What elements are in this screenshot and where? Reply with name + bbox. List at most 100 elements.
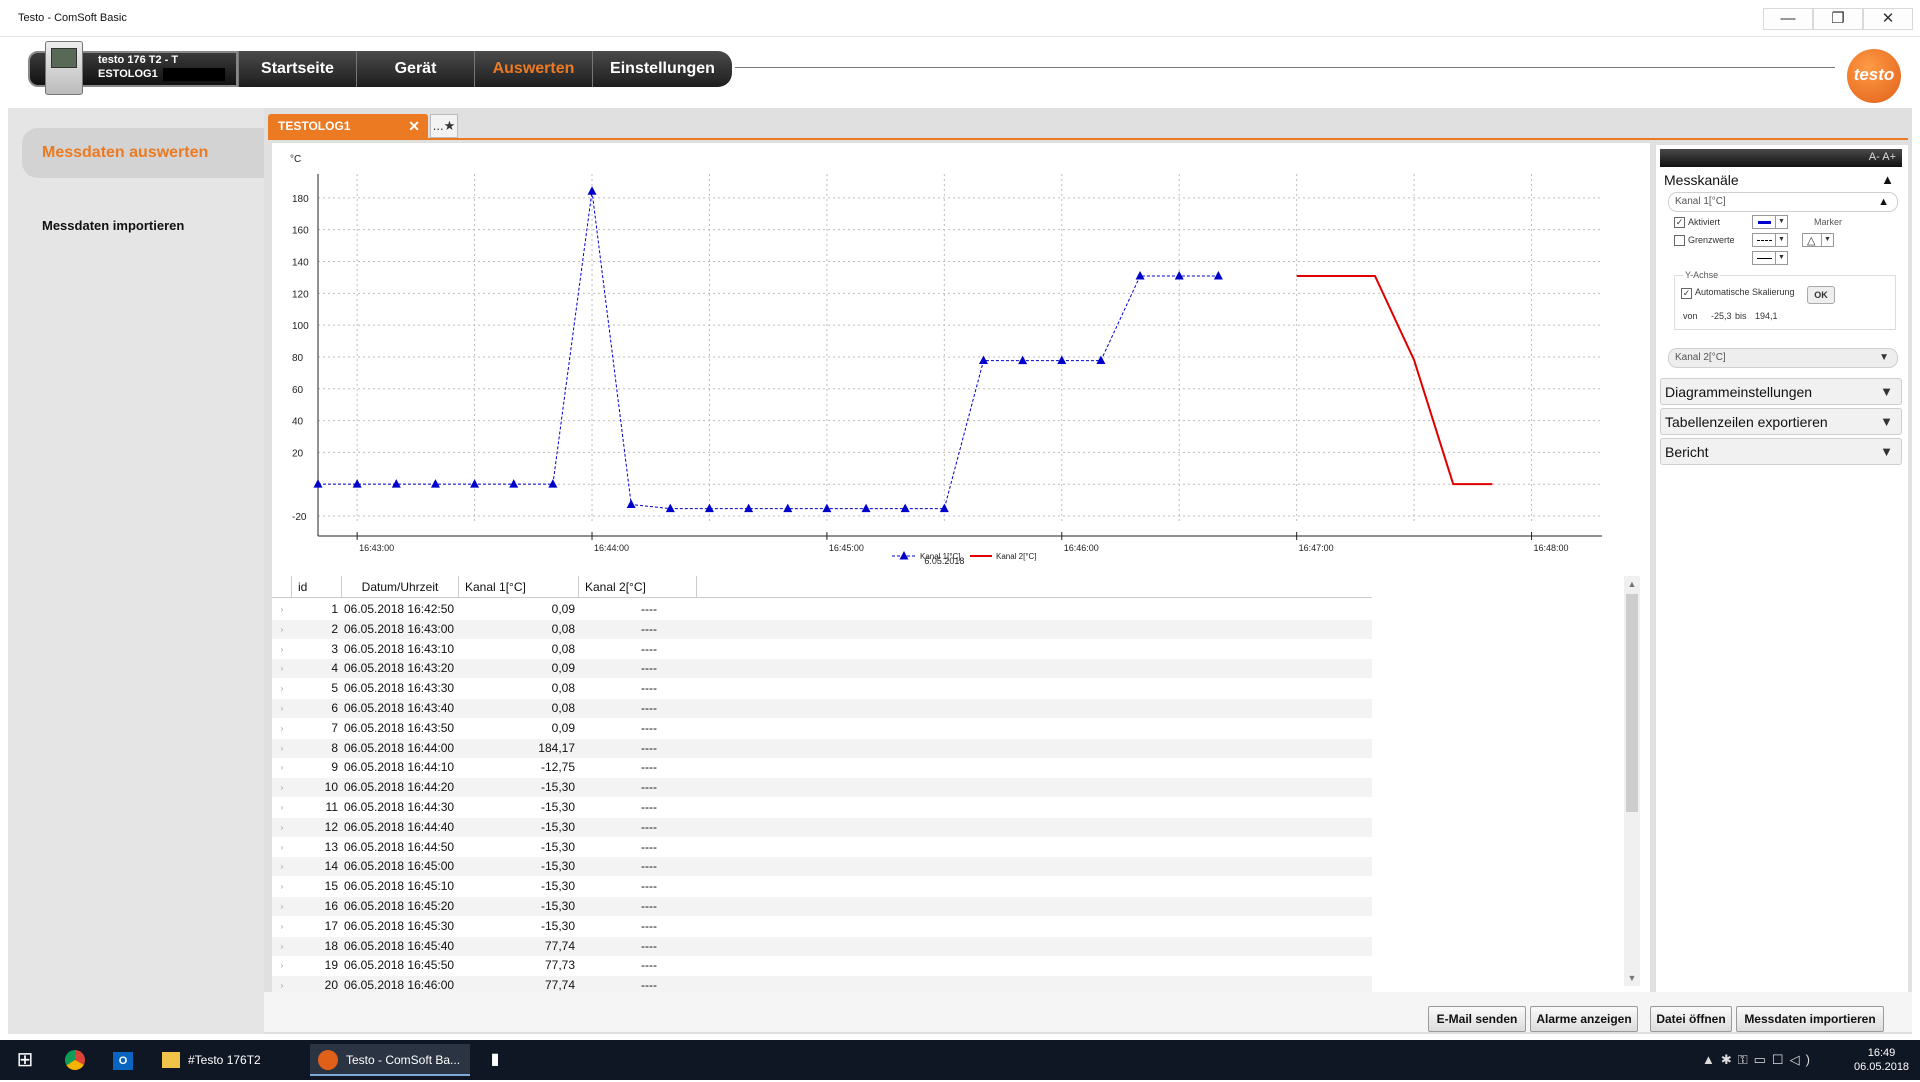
table-row[interactable]: › 19 06.05.2018 16:45:50 77,73 ---- — [272, 956, 1372, 975]
auto-scale-checkbox[interactable]: ✓ — [1681, 288, 1692, 299]
cell-id: 8 — [331, 740, 338, 755]
maximize-button[interactable]: ❐ — [1813, 8, 1863, 30]
x-tick-label: 16:45:00 — [829, 543, 864, 553]
table-row[interactable]: › 4 06.05.2018 16:43:20 0,09 ---- — [272, 659, 1372, 679]
row-marker: › — [280, 862, 284, 872]
col-header-datum[interactable]: Datum/Uhrzeit — [342, 576, 459, 598]
alarme-anzeigen-button[interactable]: Alarme anzeigen — [1530, 1006, 1638, 1032]
col-header-kanal2[interactable]: Kanal 2[°C] — [579, 576, 697, 598]
font-size-toggle[interactable]: A- A+ — [1869, 151, 1896, 163]
close-button[interactable]: ✕ — [1863, 8, 1913, 30]
tab-einstellungen[interactable]: Einstellungen — [592, 51, 732, 87]
ok-button[interactable]: OK — [1807, 286, 1835, 304]
row-marker: › — [280, 803, 284, 812]
scroll-down-icon[interactable]: ▼ — [1624, 970, 1640, 986]
folder-icon — [162, 1052, 180, 1068]
expand-arrow-icon: ▼ — [1880, 414, 1893, 429]
kanal1-header[interactable]: Kanal 1[°C] ▲ — [1668, 192, 1898, 212]
datei-oeffnen-button[interactable]: Datei öffnen — [1650, 1006, 1732, 1032]
table-row[interactable]: › 11 06.05.2018 16:44:30 -15,30 ---- — [272, 798, 1372, 817]
row-marker: › — [280, 743, 284, 753]
sidebar-item-messdaten-importieren[interactable]: Messdaten importieren — [42, 218, 184, 233]
bis-value[interactable]: 194,1 — [1755, 311, 1778, 321]
tab-startseite[interactable]: Startseite — [238, 51, 356, 87]
accordion-label: Diagrammeinstellungen — [1665, 384, 1813, 400]
table-row[interactable]: › 9 06.05.2018 16:44:10 -12,75 ---- — [272, 758, 1372, 777]
cell-kanal2: ---- — [641, 899, 657, 913]
aktiviert-checkbox[interactable]: ✓ — [1674, 217, 1685, 228]
windows-start-icon[interactable]: ⊞ — [10, 1044, 40, 1076]
table-row[interactable]: › 3 06.05.2018 16:43:10 0,08 ---- — [272, 640, 1372, 659]
outlook-icon[interactable]: O — [108, 1044, 138, 1076]
scroll-thumb[interactable] — [1626, 594, 1638, 812]
marker-select[interactable]: △ ▼ — [1802, 233, 1834, 247]
taskbar-item-label: Testo - ComSoft Ba... — [346, 1053, 461, 1067]
table-row[interactable]: › 6 06.05.2018 16:43:40 0,08 ---- — [272, 699, 1372, 718]
cell-kanal2: ---- — [641, 681, 657, 696]
accordion-messkanaele[interactable]: Messkanäle ▲ — [1660, 167, 1902, 193]
accordion-bericht[interactable]: Bericht ▼ — [1660, 438, 1902, 465]
y-tick-label: 120 — [292, 289, 309, 300]
action-bar: E-Mail senden Alarme anzeigen Datei öffn… — [264, 992, 1912, 1032]
table-row[interactable]: › 10 06.05.2018 16:44:20 -15,30 ---- — [272, 778, 1372, 798]
accordion-diagrammeinstellungen[interactable]: Diagrammeinstellungen ▼ — [1660, 378, 1902, 405]
close-tab-icon[interactable]: ✕ — [408, 114, 420, 138]
cell-id: 3 — [331, 641, 338, 656]
cell-datetime: 06.05.2018 16:44:40 — [344, 819, 455, 834]
table-row[interactable]: › 13 06.05.2018 16:44:50 -15,30 ---- — [272, 838, 1372, 857]
scroll-up-icon[interactable]: ▲ — [1624, 576, 1640, 592]
col-header-kanal1[interactable]: Kanal 1[°C] — [459, 576, 579, 598]
line-style-select[interactable]: ▼ — [1752, 233, 1788, 247]
taskbar-folder-item[interactable]: #Testo 176T2 — [154, 1044, 274, 1076]
sidebar-item-messdaten-auswerten[interactable]: Messdaten auswerten — [22, 128, 270, 178]
kanal2-header[interactable]: Kanal 2[°C] ▼ — [1668, 348, 1898, 368]
kanal1-marker — [352, 479, 362, 488]
line-width-select[interactable]: ▼ — [1752, 251, 1788, 265]
kanal1-marker — [1213, 270, 1223, 280]
minimize-button[interactable]: — — [1763, 8, 1813, 30]
cell-id: 12 — [324, 819, 338, 834]
testo-logo: testo — [1847, 49, 1901, 103]
table-row[interactable]: › 14 06.05.2018 16:45:00 -15,30 ---- — [272, 857, 1372, 877]
chrome-icon[interactable] — [60, 1044, 90, 1076]
col-header-id[interactable]: id — [292, 576, 342, 598]
measurement-chart[interactable]: -20 20 40 60 80 100 120 140 160 180 °C 16:43:00 16:4… — [272, 146, 1650, 571]
von-value[interactable]: -25,3 — [1711, 311, 1732, 321]
tab-geraet[interactable]: Gerät — [356, 51, 474, 87]
device-app-icon[interactable]: ▮ — [480, 1044, 510, 1076]
cell-datetime: 06.05.2018 16:43:40 — [344, 701, 455, 715]
cell-kanal2: ---- — [641, 621, 657, 636]
new-tab-button[interactable]: ...★ — [430, 114, 458, 138]
cell-kanal1: -15,30 — [540, 859, 575, 874]
chevron-down-icon: ▼ — [1775, 216, 1787, 228]
table-row[interactable]: › 8 06.05.2018 16:44:00 184,17 ---- — [272, 738, 1372, 758]
tab-auswerten[interactable]: Auswerten — [474, 51, 592, 87]
table-row[interactable]: › 2 06.05.2018 16:43:00 0,08 ---- — [272, 619, 1372, 639]
grenzwerte-checkbox[interactable] — [1674, 235, 1685, 246]
system-tray-icons[interactable]: ▲✱⚿▭☐◁) — [1702, 1044, 1842, 1076]
title-bar: Testo - ComSoft Basic — ❐ ✕ — [0, 0, 1920, 37]
line-color-select[interactable]: ▼ — [1752, 215, 1788, 229]
x-tick-label: 16:47:00 — [1299, 543, 1334, 553]
table-scrollbar[interactable]: ▲ ▼ — [1624, 576, 1640, 986]
table-row[interactable]: › 16 06.05.2018 16:45:20 -15,30 ---- — [272, 897, 1372, 916]
table-row[interactable]: › 17 06.05.2018 16:45:30 -15,30 ---- — [272, 917, 1372, 936]
doc-tab-testolog1[interactable]: TESTOLOG1 ✕ — [268, 114, 428, 138]
kanal1-marker — [430, 479, 440, 488]
table-row[interactable]: › 5 06.05.2018 16:43:30 0,08 ---- — [272, 679, 1372, 698]
x-tick-label: 16:48:00 — [1534, 543, 1569, 553]
table-row[interactable]: › 1 06.05.2018 16:42:50 0,09 ---- — [272, 600, 1372, 619]
table-row[interactable]: › 12 06.05.2018 16:44:40 -15,30 ---- — [272, 817, 1372, 837]
taskbar-comsoft-item[interactable]: Testo - ComSoft Ba... — [310, 1044, 470, 1076]
email-senden-button[interactable]: E-Mail senden — [1428, 1006, 1526, 1032]
table-row[interactable]: › 15 06.05.2018 16:45:10 -15,30 ---- — [272, 877, 1372, 896]
table-row[interactable]: › 7 06.05.2018 16:43:50 0,09 ---- — [272, 719, 1372, 738]
kanal1-marker — [1174, 270, 1184, 280]
table-row[interactable]: › 18 06.05.2018 16:45:40 77,74 ---- — [272, 936, 1372, 956]
row-marker: › — [280, 941, 284, 951]
messdaten-importieren-button[interactable]: Messdaten importieren — [1736, 1006, 1884, 1032]
accordion-tabellenzeilen[interactable]: Tabellenzeilen exportieren ▼ — [1660, 408, 1902, 435]
settings-panel: A- A+ Messkanäle ▲ Kanal 1[°C] ▲ ✓ Aktiv… — [1656, 145, 1908, 1025]
document-tabs: TESTOLOG1 ✕ ...★ — [264, 108, 1912, 141]
taskbar-clock[interactable]: 16:49 06.05.2018 — [1854, 1046, 1909, 1074]
